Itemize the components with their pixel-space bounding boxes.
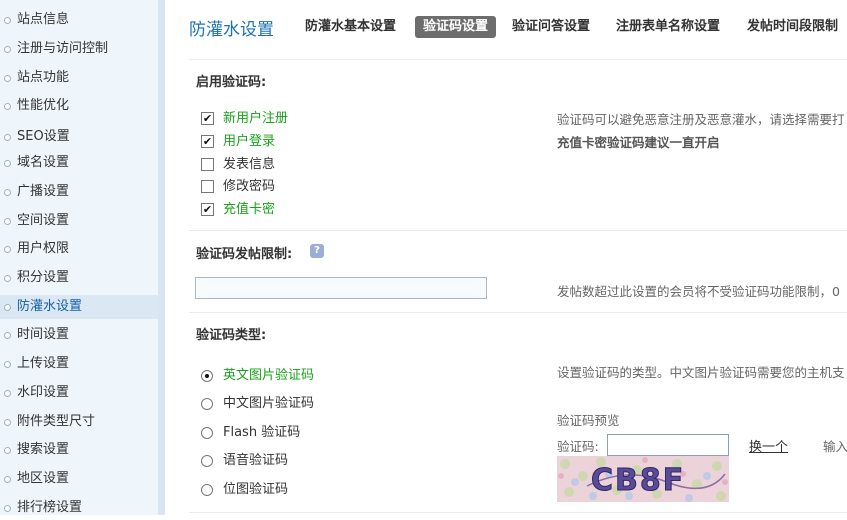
bullet-icon [4, 304, 11, 311]
sidebar-item-performance[interactable]: 性能优化 [0, 94, 158, 118]
sidebar-item-space[interactable]: 空间设置 [0, 209, 158, 233]
tab-captcha-settings[interactable]: 验证码设置 [415, 16, 497, 38]
tab-register-form-names[interactable]: 注册表单名称设置 [616, 16, 720, 38]
checkbox-box[interactable]: ✔ [201, 135, 214, 148]
input-hint: 输入 [823, 439, 847, 454]
sidebar-item-watermark[interactable]: 水印设置 [0, 381, 158, 405]
sidebar-item-anti-spam[interactable]: 防灌水设置 [0, 295, 158, 319]
section-title-captcha-type: 验证码类型: [196, 328, 267, 343]
sidebar-item-domain[interactable]: 域名设置 [0, 151, 158, 175]
bullet-icon [4, 189, 11, 196]
bullet-icon [4, 160, 11, 167]
bullet-icon [4, 246, 11, 253]
bullet-icon [4, 17, 11, 24]
captcha-text: CB8F [591, 463, 685, 498]
captcha-preview-title: 验证码预览 [557, 413, 620, 428]
bullet-icon [4, 419, 11, 426]
bullet-icon [4, 103, 11, 110]
checkbox-box[interactable] [201, 180, 214, 193]
bullet-icon [4, 361, 11, 368]
sidebar-item-upload[interactable]: 上传设置 [0, 352, 158, 376]
bullet-icon [4, 476, 11, 483]
help-icon[interactable]: ? [310, 244, 324, 258]
sidebar-item-user-permissions[interactable]: 用户权限 [0, 237, 158, 261]
radio-button[interactable] [201, 370, 213, 382]
sidebar-item-attachment-types[interactable]: 附件类型尺寸 [0, 410, 158, 434]
divider [189, 230, 847, 231]
section-title-post-limit: 验证码发帖限制: [196, 247, 293, 262]
captcha-input[interactable] [607, 434, 729, 456]
tab-verification-qa[interactable]: 验证问答设置 [512, 16, 590, 38]
refresh-captcha-link[interactable]: 换一个 [749, 436, 788, 455]
section-title-enable-captcha: 启用验证码: [196, 75, 267, 90]
sidebar-item-search[interactable]: 搜索设置 [0, 438, 158, 462]
help-text-enable-captcha: 验证码可以避免恶意注册及恶意灌水，请选择需要打 [557, 112, 845, 127]
radio-button[interactable] [201, 398, 213, 410]
checkbox-box[interactable]: ✔ [201, 112, 214, 125]
bullet-icon [4, 505, 11, 512]
help-text-recharge-card: 充值卡密验证码建议一直开启 [557, 135, 720, 150]
sidebar-item-points[interactable]: 积分设置 [0, 266, 158, 290]
bullet-icon [4, 447, 11, 454]
help-text-post-limit: 发帖数超过此设置的会员将不受验证码功能限制，0 [557, 284, 840, 299]
radio-button[interactable] [201, 455, 213, 467]
sidebar-item-registration-access[interactable]: 注册与访问控制 [0, 37, 158, 61]
radio-button[interactable] [201, 427, 213, 439]
sidebar-item-site-features[interactable]: 站点功能 [0, 66, 158, 90]
bullet-icon [4, 275, 11, 282]
help-text-captcha-type: 设置验证码的类型。中文图片验证码需要您的主机支 [557, 365, 845, 380]
bullet-icon [4, 134, 11, 141]
sidebar-item-time[interactable]: 时间设置 [0, 323, 158, 347]
bullet-icon [4, 390, 11, 397]
bullet-icon [4, 218, 11, 225]
sidebar-item-ranking[interactable]: 排行榜设置 [0, 496, 158, 520]
captcha-field-label: 验证码: [557, 439, 599, 454]
sidebar-item-region[interactable]: 地区设置 [0, 467, 158, 491]
bullet-icon [4, 46, 11, 53]
radio-button[interactable] [201, 484, 213, 496]
divider [189, 59, 847, 60]
sidebar-item-broadcast[interactable]: 广播设置 [0, 180, 158, 204]
divider [189, 512, 847, 513]
main-content: 防灌水设置 防灌水基本设置 验证码设置 验证问答设置 注册表单名称设置 发帖时间… [165, 0, 847, 515]
checkbox-box[interactable] [201, 158, 214, 171]
bullet-icon [4, 75, 11, 82]
bullet-icon [4, 332, 11, 339]
tab-anti-spam-basic[interactable]: 防灌水基本设置 [305, 16, 396, 38]
page-title: 防灌水设置 [189, 20, 274, 40]
sidebar-item-seo[interactable]: SEO设置 [0, 125, 158, 149]
sidebar: 站点信息 注册与访问控制 站点功能 性能优化 SEO设置 域名设置 广播设置 空… [0, 0, 158, 515]
divider [189, 312, 847, 313]
sidebar-item-site-info[interactable]: 站点信息 [0, 8, 158, 32]
sidebar-divider [158, 0, 165, 515]
checkbox-box[interactable]: ✔ [201, 203, 214, 216]
post-limit-input[interactable] [195, 277, 487, 299]
tab-post-time-limit[interactable]: 发帖时间段限制 [747, 16, 838, 38]
captcha-image: CB8F [557, 456, 729, 502]
